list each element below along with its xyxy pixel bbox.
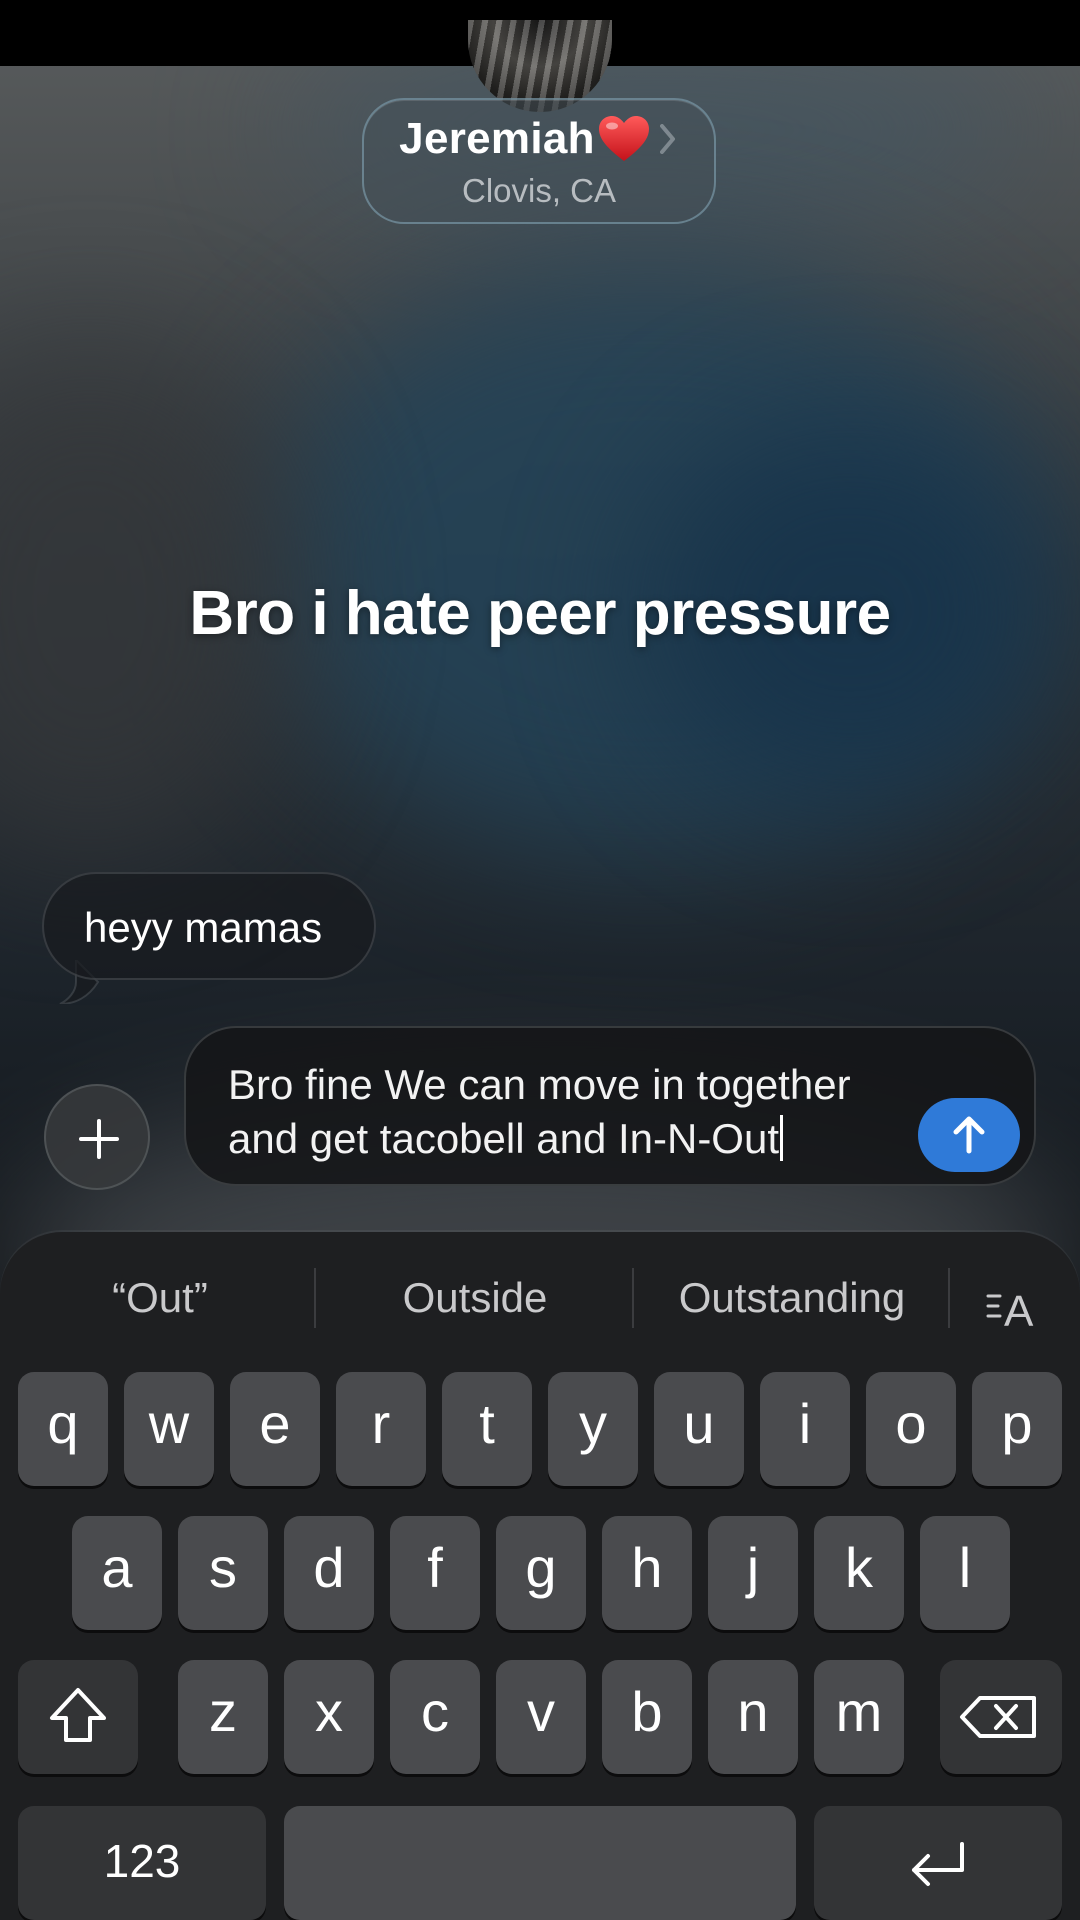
- key-k[interactable]: k: [814, 1516, 904, 1630]
- key-o[interactable]: o: [866, 1372, 956, 1486]
- suggestion-item[interactable]: Outstanding: [646, 1268, 938, 1328]
- key-label: m: [835, 1680, 883, 1743]
- text-format-icon[interactable]: A: [986, 1284, 1042, 1330]
- key-label: e: [259, 1392, 291, 1455]
- backspace-icon: [960, 1696, 1036, 1738]
- contact-location: Clovis, CA: [461, 172, 617, 209]
- key-label: j: [746, 1536, 760, 1599]
- numbers-key[interactable]: 123: [18, 1806, 266, 1920]
- key-label: w: [148, 1392, 190, 1455]
- key-t[interactable]: t: [442, 1372, 532, 1486]
- key-d[interactable]: d: [284, 1516, 374, 1630]
- suggestion-divider: [314, 1268, 316, 1328]
- key-label: a: [101, 1536, 133, 1599]
- key-x[interactable]: x: [284, 1660, 374, 1774]
- suggestion-bar: “Out” Outside Outstanding A: [0, 1232, 1080, 1362]
- key-label: g: [525, 1536, 557, 1599]
- space-key[interactable]: [284, 1806, 796, 1920]
- key-label: v: [527, 1680, 555, 1743]
- key-label: c: [421, 1680, 449, 1743]
- key-label: z: [209, 1680, 237, 1743]
- key-v[interactable]: v: [496, 1660, 586, 1774]
- key-s[interactable]: s: [178, 1516, 268, 1630]
- delete-key[interactable]: [940, 1660, 1062, 1774]
- key-m[interactable]: m: [814, 1660, 904, 1774]
- return-key[interactable]: [814, 1806, 1062, 1920]
- key-label: r: [371, 1392, 391, 1455]
- key-z[interactable]: z: [178, 1660, 268, 1774]
- key-w[interactable]: w: [124, 1372, 214, 1486]
- key-y[interactable]: y: [548, 1372, 638, 1486]
- numbers-key-label: 123: [103, 1835, 181, 1887]
- key-label: y: [579, 1392, 607, 1455]
- message-input[interactable]: Bro fine We can move in together and get…: [184, 1026, 1036, 1186]
- key-label: k: [845, 1536, 873, 1599]
- key-label: t: [479, 1392, 495, 1455]
- key-g[interactable]: g: [496, 1516, 586, 1630]
- key-u[interactable]: u: [654, 1372, 744, 1486]
- contact-header-button[interactable]: Jeremiah Clovis, CA: [362, 98, 716, 224]
- text-caret: [780, 1115, 784, 1161]
- keyboard: “Out” Outside Outstanding A q w e r t y u i o p a…: [0, 1232, 1080, 1920]
- key-f[interactable]: f: [390, 1516, 480, 1630]
- key-label: i: [798, 1392, 812, 1455]
- send-button[interactable]: [918, 1098, 1020, 1172]
- key-b[interactable]: b: [602, 1660, 692, 1774]
- key-label: b: [631, 1680, 663, 1743]
- key-r[interactable]: r: [336, 1372, 426, 1486]
- key-l[interactable]: l: [920, 1516, 1010, 1630]
- suggestion-item[interactable]: “Out”: [20, 1268, 300, 1328]
- key-h[interactable]: h: [602, 1516, 692, 1630]
- heart-emoji-icon: [598, 116, 649, 161]
- shift-icon: [50, 1688, 106, 1742]
- key-e[interactable]: e: [230, 1372, 320, 1486]
- contact-name-row: Jeremiah: [364, 114, 714, 170]
- key-j[interactable]: j: [708, 1516, 798, 1630]
- key-label: s: [209, 1536, 237, 1599]
- key-label: l: [958, 1536, 972, 1599]
- key-label: x: [315, 1680, 343, 1743]
- return-icon: [912, 1842, 964, 1886]
- add-attachment-button[interactable]: [44, 1084, 150, 1190]
- suggestion-divider: [632, 1268, 634, 1328]
- incoming-message-bubble[interactable]: heyy mamas: [42, 872, 376, 980]
- message-line-1: Bro fine We can move in together: [228, 1061, 851, 1108]
- key-c[interactable]: c: [390, 1660, 480, 1774]
- arrow-up-icon: [953, 1116, 985, 1154]
- suggestion-divider: [948, 1268, 950, 1328]
- key-n[interactable]: n: [708, 1660, 798, 1774]
- message-line-2: and get tacobell and In-N-Out: [228, 1115, 780, 1162]
- key-a[interactable]: a: [72, 1516, 162, 1630]
- shift-key[interactable]: [18, 1660, 138, 1774]
- key-i[interactable]: i: [760, 1372, 850, 1486]
- key-label: o: [895, 1392, 927, 1455]
- key-q[interactable]: q: [18, 1372, 108, 1486]
- message-input-text[interactable]: Bro fine We can move in together and get…: [228, 1058, 908, 1166]
- key-label: u: [683, 1392, 715, 1455]
- screen-effect-message[interactable]: Bro i hate peer pressure: [0, 578, 1080, 649]
- plus-icon: [79, 1119, 119, 1159]
- contact-name: Jeremiah: [399, 114, 595, 163]
- incoming-message-text: heyy mamas: [84, 904, 323, 951]
- key-label: h: [631, 1536, 663, 1599]
- key-label: n: [737, 1680, 769, 1743]
- key-p[interactable]: p: [972, 1372, 1062, 1486]
- key-label: q: [47, 1392, 79, 1455]
- key-label: d: [313, 1536, 345, 1599]
- chevron-right-icon: [659, 124, 675, 154]
- suggestion-item[interactable]: Outside: [330, 1268, 620, 1328]
- svg-text:A: A: [1004, 1287, 1034, 1330]
- key-label: p: [1001, 1392, 1033, 1455]
- key-label: f: [427, 1536, 443, 1599]
